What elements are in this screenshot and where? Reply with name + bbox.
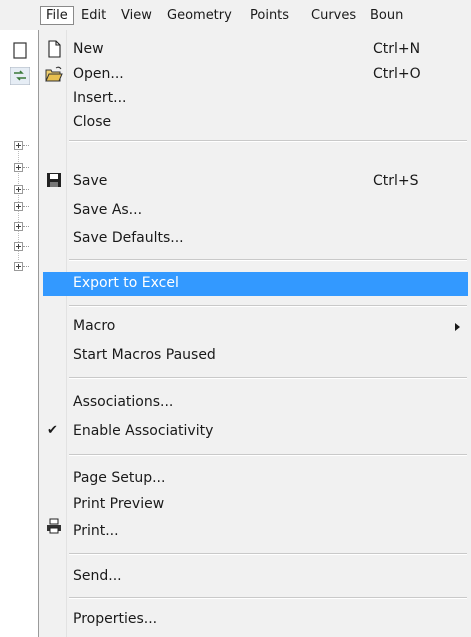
tree-connector [23, 167, 29, 168]
shortcut-label: Ctrl+N [373, 41, 421, 57]
tree-expand-icon[interactable] [14, 242, 23, 251]
menu-item-label: Open... [73, 66, 124, 82]
tree-connector [23, 145, 29, 146]
shortcut-label: Ctrl+S [373, 173, 419, 189]
menu-item-send[interactable]: Send... [43, 565, 468, 589]
menu-item-insert[interactable]: Insert... [43, 87, 468, 111]
file-menu-dropdown: New Ctrl+N Open... Ctrl+O Insert... Clos… [38, 30, 471, 637]
menu-item-save-defaults[interactable]: Save Defaults... [43, 227, 468, 251]
menu-geometry[interactable]: Geometry [162, 6, 237, 25]
menu-item-label: Close [73, 114, 112, 130]
tree-connector [23, 189, 29, 190]
tree-expand-icon[interactable] [14, 222, 23, 231]
menu-item-enable-associativity[interactable]: ✔ Enable Associativity [43, 420, 468, 444]
tree-connector [23, 266, 29, 267]
menu-item-label: Export to Excel [73, 275, 179, 291]
tree-connector [23, 206, 29, 207]
toolbar-link-icon[interactable] [10, 67, 30, 85]
menu-boundary[interactable]: Boun [365, 6, 408, 25]
menu-item-macro[interactable]: Macro [43, 315, 468, 339]
menu-item-label: Print... [73, 523, 119, 539]
menu-points[interactable]: Points [245, 6, 294, 25]
menu-item-label: Properties... [73, 611, 158, 627]
menu-separator [69, 259, 467, 261]
menu-item-label: Insert... [73, 90, 127, 106]
tree-connector [23, 246, 29, 247]
printer-icon [47, 518, 61, 534]
menu-separator [69, 454, 467, 456]
menu-item-close[interactable]: Close [43, 111, 468, 135]
menu-item-page-setup[interactable]: Page Setup... [43, 467, 468, 491]
menu-item-associations[interactable]: Associations... [43, 391, 468, 415]
menu-curves[interactable]: Curves [306, 6, 361, 25]
menu-item-label: Page Setup... [73, 470, 166, 486]
menu-item-print-preview[interactable]: Print Preview [43, 493, 468, 517]
menu-item-label: Enable Associativity [73, 423, 214, 439]
menu-view[interactable]: View [116, 6, 157, 25]
menu-item-save[interactable]: Save Ctrl+S [43, 170, 468, 194]
menu-item-label: Print Preview [73, 496, 165, 512]
menu-separator [69, 140, 467, 142]
toolbar-new-icon[interactable] [10, 42, 30, 60]
menu-item-export-to-excel[interactable]: Export to Excel [43, 272, 468, 296]
menu-edit[interactable]: Edit [76, 6, 111, 25]
menu-separator [69, 597, 467, 599]
menu-item-label: Send... [73, 568, 122, 584]
tree-expand-icon[interactable] [14, 262, 23, 271]
new-document-icon [48, 40, 61, 58]
menu-item-open[interactable]: Open... Ctrl+O [43, 63, 468, 87]
menu-item-start-macros-paused[interactable]: Start Macros Paused [43, 344, 468, 368]
menu-item-label: Associations... [73, 394, 174, 410]
menu-file[interactable]: File [40, 6, 74, 25]
tree-expand-icon[interactable] [14, 163, 23, 172]
floppy-disk-icon [47, 173, 61, 187]
menu-item-label: Save As... [73, 202, 143, 218]
menu-separator [69, 305, 467, 307]
tree-expand-icon[interactable] [14, 185, 23, 194]
menu-item-save-as[interactable]: Save As... [43, 199, 468, 223]
tree-connector [23, 226, 29, 227]
open-folder-icon [45, 66, 63, 82]
menu-separator [69, 377, 467, 379]
menu-item-print[interactable]: Print... [43, 518, 468, 544]
tree-expand-icon[interactable] [14, 141, 23, 150]
shortcut-label: Ctrl+O [373, 66, 421, 82]
menu-item-new[interactable]: New Ctrl+N [43, 38, 468, 62]
menu-item-label: Start Macros Paused [73, 347, 216, 363]
menu-item-label: Save Defaults... [73, 230, 184, 246]
tree-expand-icon[interactable] [14, 202, 23, 211]
menu-item-label: Save [73, 173, 108, 189]
app-background-panel [0, 30, 38, 637]
menu-bar: File Edit View Geometry Points Curves Bo… [0, 0, 471, 31]
menu-item-label: Macro [73, 318, 116, 334]
submenu-arrow-icon [455, 323, 460, 331]
menu-item-properties[interactable]: Properties... [43, 608, 468, 632]
checkmark-icon: ✔ [47, 423, 58, 438]
menu-separator [69, 553, 467, 555]
menu-item-label: New [73, 41, 104, 57]
